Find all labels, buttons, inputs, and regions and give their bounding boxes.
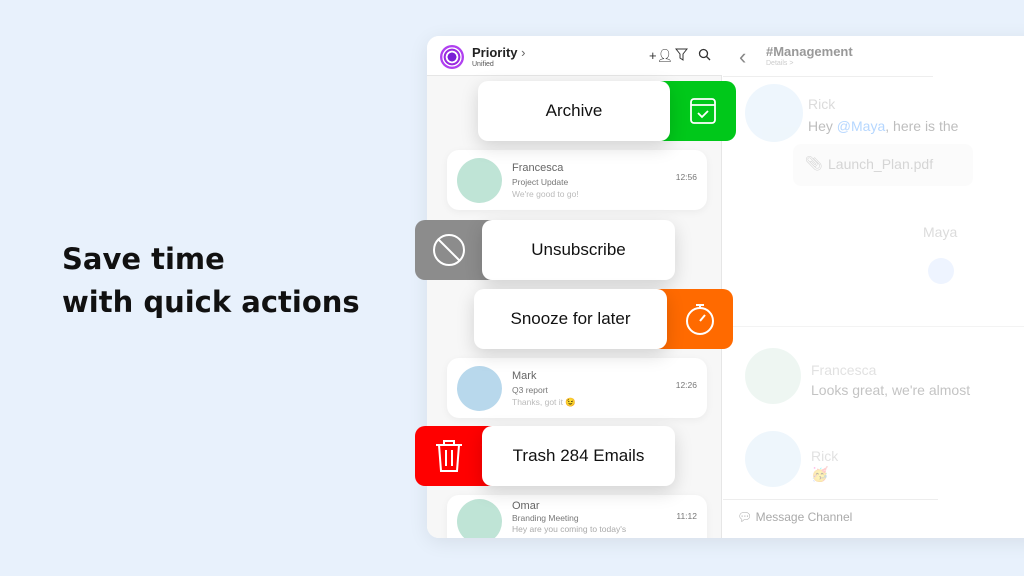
unsubscribe-label: Unsubscribe <box>482 220 675 280</box>
channel-pane: ‹ #Management Details > Rick Hey @Maya, … <box>723 36 1024 538</box>
inbox-subtitle: Unified <box>472 61 494 68</box>
message-sender: Maya <box>923 224 958 240</box>
time: 11:12 <box>676 511 697 521</box>
avatar <box>745 431 801 487</box>
archive-action[interactable]: Archive <box>478 81 736 141</box>
avatar <box>745 348 801 404</box>
add-contact-icon[interactable]: +👤︎ <box>649 48 673 64</box>
message-input[interactable]: 💬︎ Message Channel <box>737 510 852 524</box>
search-icon[interactable] <box>698 48 711 64</box>
headline: Save time with quick actions <box>62 238 360 324</box>
preview: We're good to go! <box>512 189 579 199</box>
avatar <box>457 366 502 411</box>
play-icon[interactable] <box>928 258 954 284</box>
attachment[interactable]: 📎︎ Launch_Plan.pdf <box>793 144 973 186</box>
mail-item[interactable]: Mark Q3 report Thanks, got it 😉 12:26 <box>447 358 707 418</box>
trash-icon <box>415 426 492 486</box>
trash-label: Trash 284 Emails <box>482 426 675 486</box>
subject: Q3 report <box>512 385 548 395</box>
mail-list-header: Priority › Unified +👤︎ <box>427 36 722 76</box>
snooze-action[interactable]: Snooze for later <box>474 289 733 349</box>
avatar <box>457 158 502 203</box>
message-text: 🥳 <box>811 466 829 482</box>
block-icon <box>415 220 492 280</box>
inbox-title[interactable]: Priority › <box>472 45 525 60</box>
chevron-right-icon: › <box>521 45 526 60</box>
message-sender: Rick <box>811 448 839 464</box>
archive-calendar-check-icon <box>660 81 736 141</box>
sender: Mark <box>512 370 537 382</box>
message-text: Looks great, we're almost <box>811 382 971 398</box>
unsubscribe-action[interactable]: Unsubscribe <box>415 220 675 280</box>
sender: Omar <box>512 500 540 512</box>
trash-action[interactable]: Trash 284 Emails <box>415 426 675 486</box>
preview: Thanks, got it 😉 <box>512 397 576 407</box>
avatar <box>745 84 803 142</box>
mail-item[interactable]: Francesca Project Update We're good to g… <box>447 150 707 210</box>
filter-icon[interactable] <box>674 48 689 64</box>
message: Rick Hey @Maya, here is the <box>808 96 959 134</box>
mail-item[interactable]: Omar Branding Meeting Hey are you coming… <box>447 495 707 538</box>
headline-line-1: Save time <box>62 242 225 276</box>
stopwatch-icon <box>657 289 733 349</box>
paperclip-icon: 📎︎ <box>805 155 823 171</box>
chat-bubble-icon: 💬︎ <box>737 510 753 524</box>
sender: Francesca <box>512 162 564 174</box>
snooze-label: Snooze for later <box>474 289 667 349</box>
avatar <box>457 499 502 538</box>
app-logo <box>440 45 464 69</box>
subject: Project Update <box>512 177 569 187</box>
headline-line-2: with quick actions <box>62 285 360 319</box>
time: 12:26 <box>675 380 697 390</box>
time: 12:56 <box>675 172 697 182</box>
archive-label: Archive <box>478 81 670 141</box>
preview: Hey are you coming to today's <box>512 524 627 534</box>
subject: Branding Meeting <box>512 513 579 523</box>
message-sender: Francesca <box>811 362 877 378</box>
